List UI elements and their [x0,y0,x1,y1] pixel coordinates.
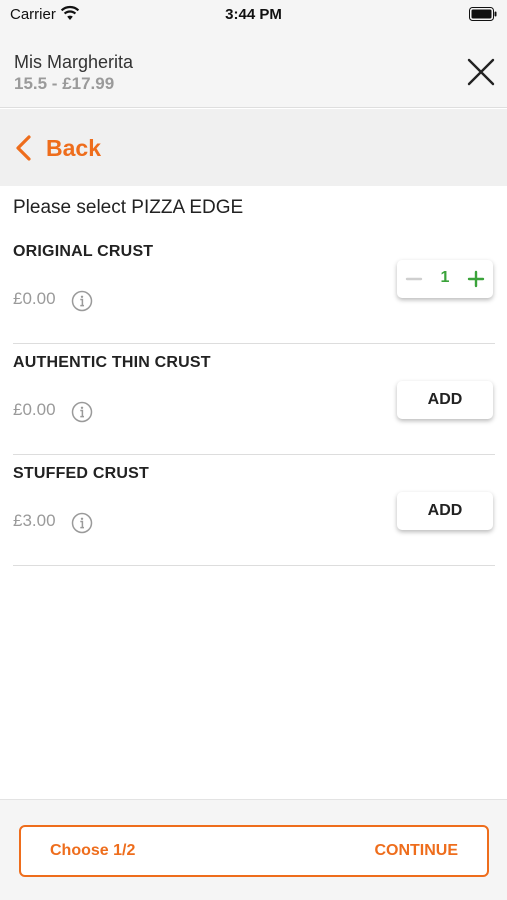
option-name: STUFFED CRUST [13,465,149,482]
info-icon[interactable] [71,401,93,423]
close-icon [467,58,495,86]
increment-button[interactable] [467,268,485,290]
item-name: Mis Margherita [14,52,134,72]
option-name: ORIGINAL CRUST [13,243,154,260]
option-price: £0.00 [13,400,56,419]
info-icon[interactable] [71,290,93,312]
option-row: STUFFED CRUST £3.00 ADD [13,455,495,566]
section-title: Please select PIZZA EDGE [13,197,244,218]
price-range: 15.5 - £17.99 [14,74,115,93]
clock: 3:44 PM [225,6,282,23]
option-price: £0.00 [13,289,56,308]
back-label: Back [46,134,101,161]
status-bar: Carrier 3:44 PM [0,0,507,34]
option-name: AUTHENTIC THIN CRUST [13,354,211,371]
option-price: £3.00 [13,511,56,530]
back-bar: Back [0,109,507,186]
battery-icon [469,7,497,26]
chevron-left-icon [16,135,31,161]
selection-count: Choose 1/2 [50,842,136,859]
quantity-stepper: 1 [397,260,493,298]
continue-button[interactable]: Choose 1/2 CONTINUE [19,825,489,877]
plus-icon [467,270,485,288]
item-header: Mis Margherita 15.5 - £17.99 [0,34,507,108]
footer-bar: Choose 1/2 CONTINUE [0,799,507,900]
add-button[interactable]: ADD [397,492,493,530]
continue-label: CONTINUE [374,842,458,859]
back-button[interactable]: Back [14,131,101,165]
info-icon[interactable] [71,512,93,534]
option-row: ORIGINAL CRUST £0.00 1 [13,233,495,344]
option-row: AUTHENTIC THIN CRUST £0.00 ADD [13,344,495,455]
add-button[interactable]: ADD [397,381,493,419]
close-button[interactable] [467,58,495,86]
